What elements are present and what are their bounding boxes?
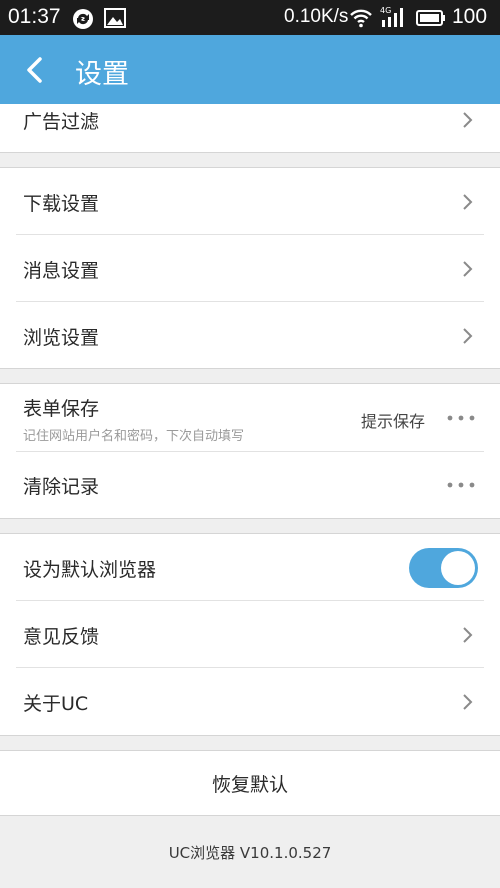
network-speed: 0.10K/s [284,6,349,27]
browse-settings-item[interactable]: 浏览设置 [0,302,500,369]
sync-icon [73,9,93,29]
form-save-item[interactable]: 表单保存 记住网站用户名和密码，下次自动填写 提示保存 [0,384,500,452]
default-browser-item: 设为默认浏览器 [0,534,500,601]
download-settings-item[interactable]: 下载设置 [0,168,500,235]
form-save-value: 提示保存 [361,412,426,431]
chevron-right-icon [463,194,473,210]
ad-filter-label: 广告过滤 [23,111,100,133]
more-dots-icon[interactable] [446,414,476,422]
settings-group-general: 下载设置 消息设置 浏览设置 [0,167,500,369]
chevron-right-icon [463,261,473,277]
wifi-icon [350,9,372,28]
svg-text:4G: 4G [380,6,391,15]
settings-group-ads: 广告过滤 [0,104,500,153]
chevron-right-icon [463,627,473,643]
ad-filter-item[interactable]: 广告过滤 [0,87,500,154]
default-browser-toggle[interactable] [409,548,478,588]
message-settings-item[interactable]: 消息设置 [0,235,500,302]
default-browser-label: 设为默认浏览器 [23,559,157,581]
status-time: 01:37 [8,5,61,28]
chevron-right-icon [463,694,473,710]
message-settings-label: 消息设置 [23,260,100,282]
clear-records-label: 清除记录 [23,476,100,498]
about-item[interactable]: 关于UC [0,668,500,735]
toggle-knob [441,551,475,585]
reset-default-button[interactable]: 恢复默认 [0,750,500,816]
page-title: 设置 [75,59,129,90]
settings-group-privacy: 表单保存 记住网站用户名和密码，下次自动填写 提示保存 清除记录 [0,383,500,519]
reset-default-label: 恢复默认 [211,774,288,796]
feedback-label: 意见反馈 [23,626,100,648]
more-dots-icon[interactable] [446,481,476,489]
status-bar: 01:37 0.10K/s 4G 100 [0,0,500,35]
chevron-right-icon [463,112,473,128]
browse-settings-label: 浏览设置 [23,327,100,349]
battery-icon [416,10,445,26]
feedback-item[interactable]: 意见反馈 [0,601,500,668]
version-text: UC浏览器 V10.1.0.527 [168,844,332,862]
chevron-right-icon [463,328,473,344]
battery-level: 100 [452,5,488,28]
settings-group-app: 设为默认浏览器 意见反馈 关于UC [0,533,500,736]
back-arrow-icon[interactable] [20,54,52,86]
signal-4g-icon: 4G [380,6,403,27]
clear-records-item[interactable]: 清除记录 [0,452,500,519]
form-save-label: 表单保存 [23,398,100,420]
download-settings-label: 下载设置 [23,193,100,215]
image-icon [104,8,126,28]
about-label: 关于UC [23,693,89,715]
form-save-description: 记住网站用户名和密码，下次自动填写 [23,429,245,444]
